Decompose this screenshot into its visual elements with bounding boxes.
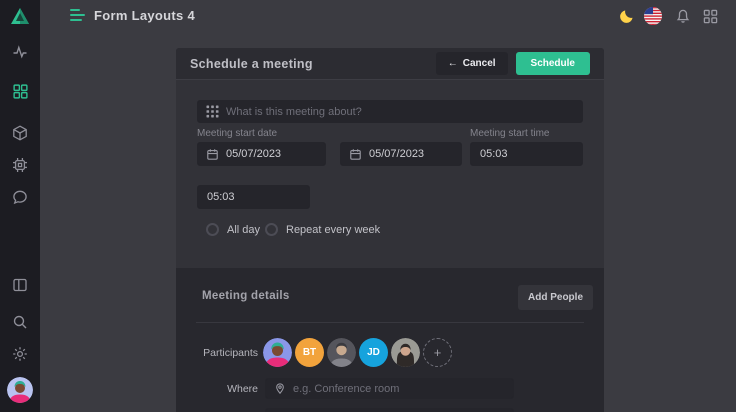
language-selector[interactable] — [644, 7, 662, 25]
avatar-photo-2 — [327, 338, 356, 367]
participant-avatar-initials: JD — [359, 338, 388, 367]
where-input[interactable] — [293, 383, 513, 395]
apps-menu[interactable] — [701, 7, 719, 25]
app-logo[interactable] — [0, 0, 40, 32]
participant-avatar-initials: BT — [295, 338, 324, 367]
activity-icon — [12, 44, 28, 60]
menu-toggle-icon[interactable] — [70, 9, 86, 23]
calendar-icon — [349, 148, 362, 161]
repeat-weekly-checkbox[interactable]: Repeat every week — [265, 223, 380, 236]
sidebar-item-activity[interactable] — [0, 39, 40, 65]
user-avatar[interactable] — [7, 377, 33, 403]
chat-icon — [12, 189, 28, 205]
layout-columns-icon — [12, 277, 28, 293]
participant-avatar — [391, 338, 420, 367]
start-time-field-2[interactable] — [197, 185, 310, 209]
cube-icon — [12, 125, 28, 141]
sidebar-item-messages[interactable] — [0, 184, 40, 210]
start-time-input-1[interactable] — [480, 148, 582, 160]
start-time-label: Meeting start time — [470, 128, 549, 139]
card-header: Schedule a meeting ← Cancel Schedule — [176, 48, 604, 80]
moon-icon — [619, 8, 635, 24]
where-field[interactable] — [265, 378, 514, 399]
us-flag-icon — [644, 7, 662, 25]
card-body: Meeting start date Meeting start time — [176, 81, 604, 268]
back-arrow-icon: ← — [448, 58, 458, 69]
all-day-label: All day — [227, 224, 260, 236]
meeting-subject-field[interactable] — [197, 100, 583, 123]
notifications[interactable] — [674, 7, 692, 25]
participant-avatar — [263, 338, 292, 367]
start-date-field-2[interactable] — [340, 142, 462, 166]
partial-bottom-field[interactable] — [265, 408, 514, 412]
grid-icon — [13, 84, 28, 99]
start-date-field-1[interactable] — [197, 142, 326, 166]
chip-icon — [12, 157, 28, 173]
start-date-input-2[interactable] — [369, 148, 461, 160]
sidebar-item-dashboard[interactable] — [0, 78, 40, 104]
participant-avatar — [327, 338, 356, 367]
logo-triangle-icon — [10, 7, 30, 25]
checkbox-circle[interactable] — [206, 223, 219, 236]
card-title: Schedule a meeting — [190, 57, 436, 71]
all-day-checkbox[interactable]: All day — [206, 223, 260, 236]
apps-grid-icon — [703, 9, 718, 24]
location-pin-icon — [274, 382, 286, 395]
sidebar-item-layout[interactable] — [0, 272, 40, 298]
meeting-details-section: Meeting details Add People Participants … — [176, 268, 604, 412]
participants-label: Participants — [176, 347, 258, 359]
plus-icon: + — [434, 345, 442, 360]
add-participant-button[interactable]: + — [423, 338, 452, 367]
checkbox-circle[interactable] — [265, 223, 278, 236]
cancel-button[interactable]: ← Cancel — [436, 52, 508, 75]
meeting-subject-input[interactable] — [226, 106, 582, 118]
add-people-button[interactable]: Add People — [518, 285, 593, 310]
gear-icon — [12, 346, 28, 362]
user-avatar-image — [7, 377, 33, 403]
start-time-input-2[interactable] — [207, 191, 309, 203]
schedule-meeting-card: Schedule a meeting ← Cancel Schedule Mee… — [176, 48, 604, 412]
start-date-label: Meeting start date — [197, 128, 277, 139]
sidebar-item-search[interactable] — [0, 309, 40, 335]
avatar-photo-1 — [263, 338, 292, 367]
repeat-weekly-label: Repeat every week — [286, 224, 380, 236]
schedule-button[interactable]: Schedule — [516, 52, 590, 75]
avatar-photo-3 — [391, 338, 420, 367]
meeting-details-title: Meeting details — [202, 290, 290, 302]
keypad-icon — [206, 105, 219, 118]
start-date-input-1[interactable] — [226, 148, 325, 160]
divider — [196, 322, 584, 323]
bell-icon — [675, 8, 691, 24]
search-icon — [12, 314, 28, 330]
theme-toggle[interactable] — [618, 7, 636, 25]
where-label: Where — [176, 383, 258, 395]
sidebar-item-settings[interactable] — [0, 341, 40, 367]
calendar-icon — [206, 148, 219, 161]
participants-list: BT JD — [263, 338, 452, 367]
start-time-field-1[interactable] — [470, 142, 583, 166]
top-header: Form Layouts 4 — [40, 0, 736, 32]
cancel-button-label: Cancel — [463, 58, 496, 69]
sidebar-item-components[interactable] — [0, 120, 40, 146]
sidebar — [0, 0, 40, 412]
sidebar-item-hardware[interactable] — [0, 152, 40, 178]
page-title: Form Layouts 4 — [94, 8, 195, 23]
